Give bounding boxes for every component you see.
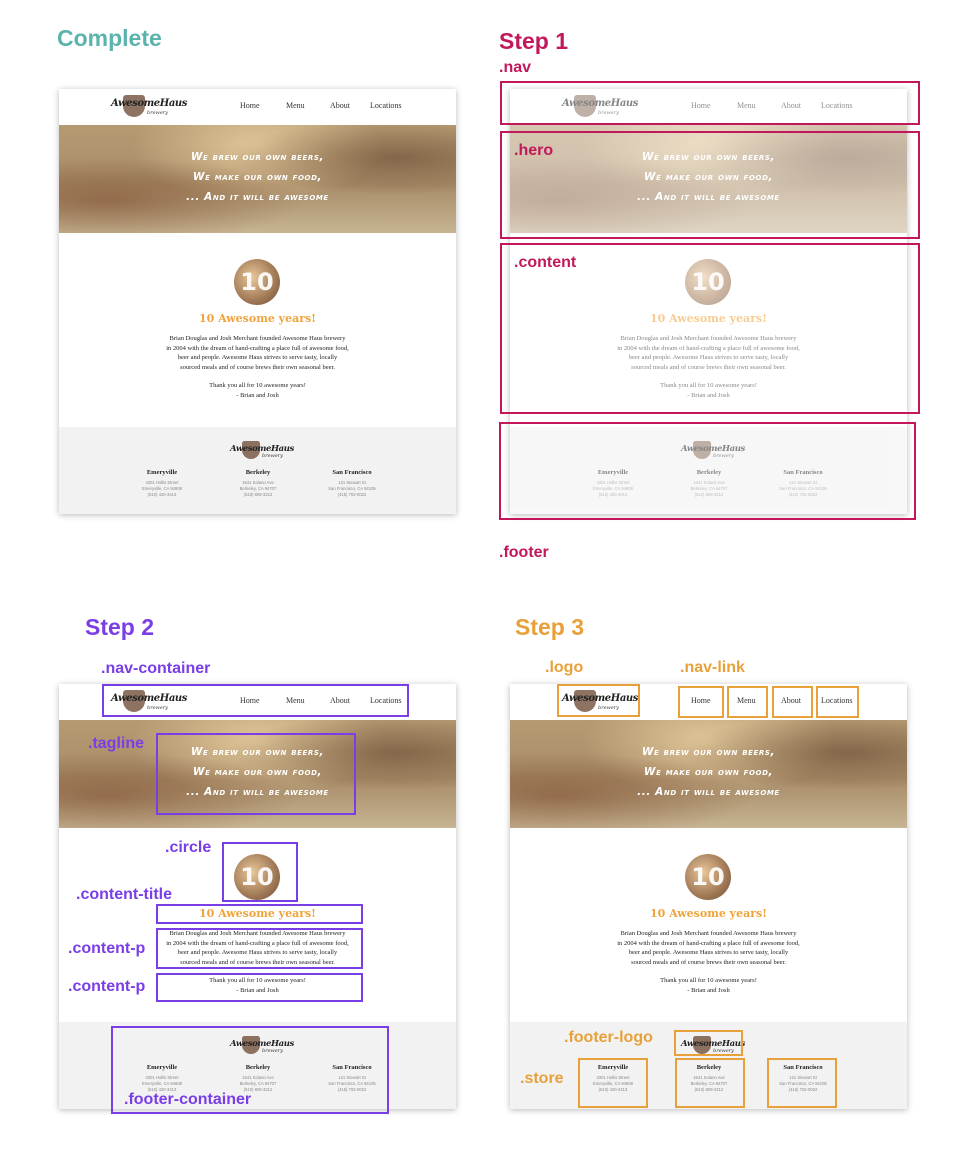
circle-number: 10 [691, 863, 725, 891]
content-title: 10 Awesome years! [198, 312, 317, 325]
logo-text: AwesomeHaus [111, 98, 187, 109]
label-logo: .logo [545, 659, 584, 676]
anniversary-circle: 10 [234, 259, 280, 305]
outline-nav-link-menu [727, 686, 768, 718]
tagline-line: We brew our own beers, [641, 746, 776, 758]
outline-footer [499, 422, 916, 520]
label-circle: .circle [165, 839, 212, 856]
outline-nav-container [102, 684, 409, 717]
label-store: .store [520, 1070, 564, 1087]
logo-subtext: brewery [262, 453, 284, 459]
site-hero: We brew our own beers, We make our own fo… [510, 720, 907, 828]
label-tagline: .tagline [88, 735, 145, 752]
outline-nav-link-home [678, 686, 724, 718]
store-detail: (510) 809-3212 [243, 492, 273, 497]
heading-step3: Step 3 [515, 614, 585, 640]
label-content-p-1: .content-p [68, 940, 146, 957]
outline-logo [557, 684, 640, 717]
label-footer-container: .footer-container [124, 1091, 252, 1108]
outline-nav-link-about [772, 686, 813, 718]
tagline-line: We make our own food, [643, 766, 774, 778]
content-signoff-line: Thank you all for 10 awesome years! [660, 977, 757, 984]
nav-link-menu[interactable]: Menu [286, 101, 305, 110]
store-name: Emeryville [146, 469, 178, 476]
content-paragraph-line: Brian Douglas and Josh Merchant founded … [169, 335, 346, 342]
content-paragraph-line: beer and people. Awesome Haus strives to… [628, 949, 789, 956]
outline-store-san-francisco [767, 1058, 837, 1108]
site-nav: AwesomeHaus brewery Home Menu About Locations [59, 89, 456, 125]
site-footer: AwesomeHaus brewery Emeryville 4301 Hollis … [59, 427, 456, 514]
label-nav-container: .nav-container [101, 660, 211, 677]
outline-content-p-2 [156, 973, 363, 1002]
nav-link-home[interactable]: Home [240, 101, 260, 110]
heading-complete: Complete [57, 25, 162, 51]
tagline-line: ... And it will be awesome [637, 786, 780, 798]
content-title: 10 Awesome years! [649, 907, 768, 920]
store-name: Berkeley [245, 469, 271, 476]
content-paragraph-line: sourced meals and of course brews their … [180, 363, 335, 371]
outline-circle [222, 842, 298, 902]
store-emeryville: Emeryville 4301 Hollis Street Emeryville, … [127, 469, 197, 498]
store-san-francisco: San Francisco 121 Stewart St San Francisco… [317, 469, 387, 498]
label-hero: .hero [514, 142, 554, 159]
outline-store-emeryville [578, 1058, 648, 1108]
store-name: San Francisco [332, 469, 372, 476]
label-content-title: .content-title [76, 886, 172, 903]
label-nav-link: .nav-link [680, 659, 745, 676]
store-berkeley: Berkeley 1641 Solano Ave Berkeley, CA 9470… [223, 469, 293, 498]
outline-tagline [156, 733, 356, 815]
footer-logo: AwesomeHaus brewery [230, 441, 294, 461]
tagline-line: We make our own food, [192, 171, 323, 183]
tagline-line: ... And it will be awesome [186, 191, 329, 203]
content-signoff-line: - Brian and Josh [687, 986, 730, 994]
content-paragraph-line: in 2004 with the dream of hand-crafting … [166, 344, 349, 352]
outline-nav-link-locations [816, 686, 859, 718]
content-paragraph-line: beer and people. Awesome Haus strives to… [177, 354, 338, 361]
label-content-p-2: .content-p [68, 978, 146, 995]
outline-content-title [156, 904, 363, 924]
logo-subtext: brewery [147, 110, 169, 116]
site-mockup: AwesomeHaus brewery Home Menu About Locations… [59, 89, 456, 514]
outline-nav [500, 81, 920, 125]
content-signoff-line: - Brian and Josh [236, 391, 279, 399]
label-footer-logo: .footer-logo [564, 1029, 653, 1046]
content-paragraph-line: in 2004 with the dream of hand-crafting … [617, 939, 800, 947]
store-detail: (510) 420-3413 [147, 492, 177, 497]
content-paragraph-line: Brian Douglas and Josh Merchant founded … [620, 930, 797, 937]
nav-link-about[interactable]: About [330, 101, 350, 110]
store-detail: (415) 702-0022 [337, 492, 367, 497]
heading-step2: Step 2 [85, 614, 155, 640]
outline-store-berkeley [675, 1058, 745, 1108]
heading-step1: Step 1 [499, 28, 569, 54]
anniversary-circle: 10 [685, 854, 731, 900]
nav-link-locations[interactable]: Locations [370, 101, 402, 110]
panel-complete: AwesomeHaus brewery Home Menu About Locations… [59, 89, 456, 514]
content-signoff-line: Thank you all for 10 awesome years! [209, 382, 306, 389]
tagline-line: We brew our own beers, [190, 151, 325, 163]
label-nav: .nav [499, 59, 532, 76]
site-hero: We brew our own beers, We make our own fo… [59, 125, 456, 233]
label-footer: .footer [499, 544, 549, 561]
outline-footer-logo [674, 1030, 743, 1056]
outline-content-p-1 [156, 928, 363, 969]
content-paragraph-line: sourced meals and of course brews their … [631, 958, 786, 966]
label-content: .content [514, 254, 577, 271]
outline-hero [500, 131, 920, 239]
site-logo: AwesomeHaus brewery [109, 95, 187, 119]
circle-number: 10 [240, 268, 274, 296]
